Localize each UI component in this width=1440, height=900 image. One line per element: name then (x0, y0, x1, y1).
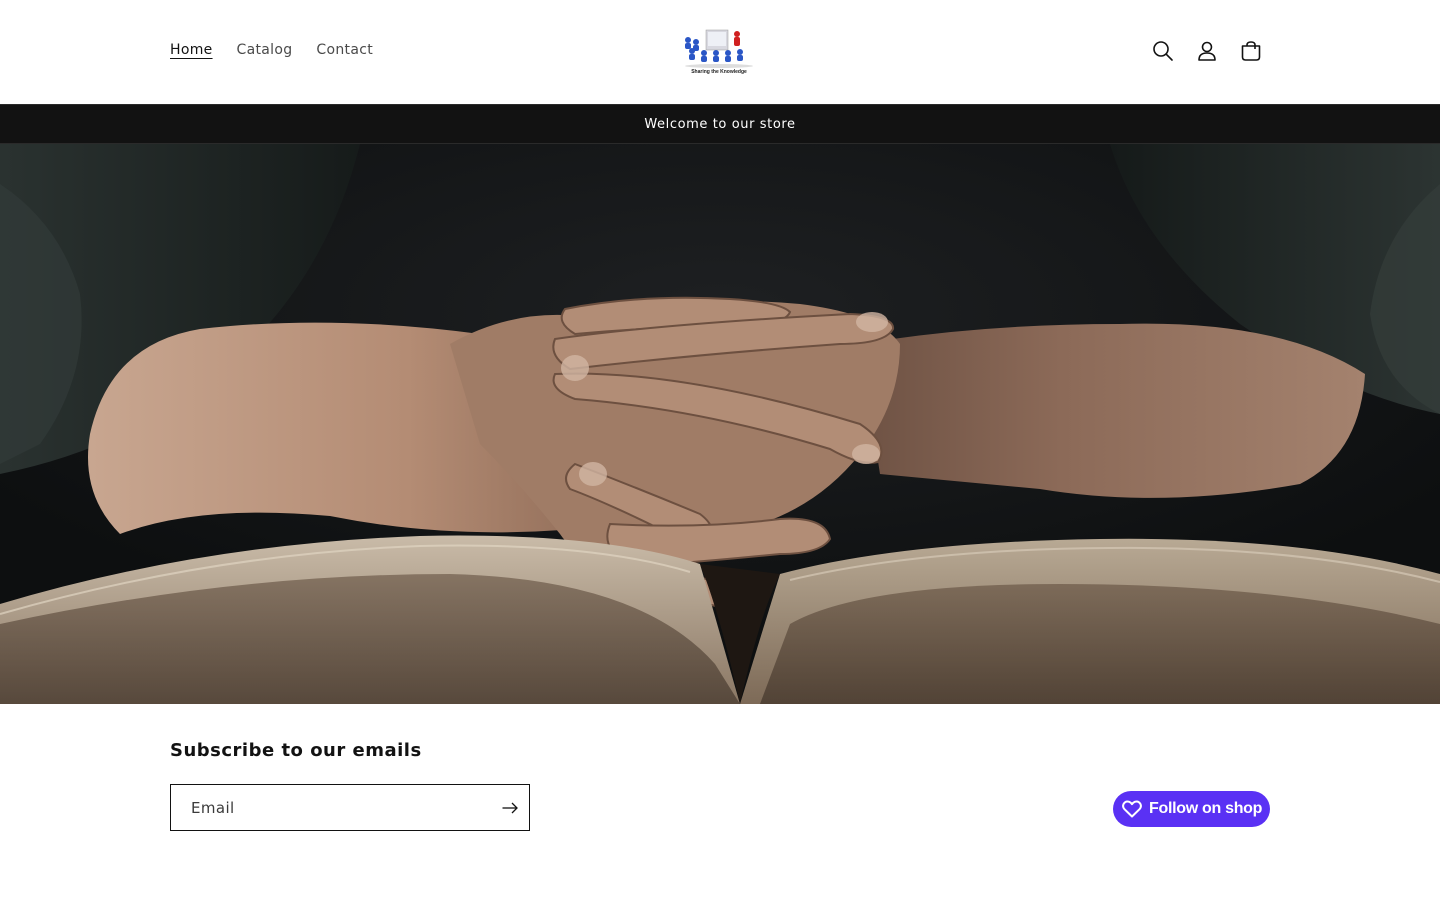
account-icon (1198, 41, 1216, 61)
arrow-right-icon (502, 802, 518, 813)
site-header: Home Catalog Contact Sharing the Knowled… (0, 0, 1440, 104)
store-logo[interactable]: Sharing the Knowledge (676, 26, 762, 82)
search-button[interactable] (1141, 29, 1185, 73)
nav-catalog-link[interactable]: Catalog (225, 38, 305, 62)
cart-button[interactable] (1229, 29, 1273, 73)
announcement-bar: Welcome to our store (0, 104, 1440, 144)
logo-caption: Sharing the Knowledge (691, 69, 747, 75)
main-nav: Home Catalog Contact (158, 38, 385, 62)
nav-home-link[interactable]: Home (158, 38, 225, 62)
header-icons (1141, 29, 1273, 73)
hero-banner-image (0, 144, 1440, 704)
heart-icon (1121, 798, 1143, 820)
email-form (170, 784, 530, 831)
logo-figures-icon (685, 29, 753, 68)
cart-icon (1241, 41, 1261, 61)
email-input[interactable] (171, 785, 491, 830)
nav-contact-link[interactable]: Contact (304, 38, 385, 62)
account-button[interactable] (1185, 29, 1229, 73)
subscribe-submit-button[interactable] (491, 785, 529, 830)
follow-on-shop-button[interactable]: Follow on shop (1113, 791, 1270, 827)
subscribe-title: Subscribe to our emails (170, 740, 422, 761)
search-icon (1153, 41, 1173, 61)
announcement-text: Welcome to our store (644, 116, 796, 132)
follow-on-shop-label: Follow on shop (1149, 800, 1263, 817)
